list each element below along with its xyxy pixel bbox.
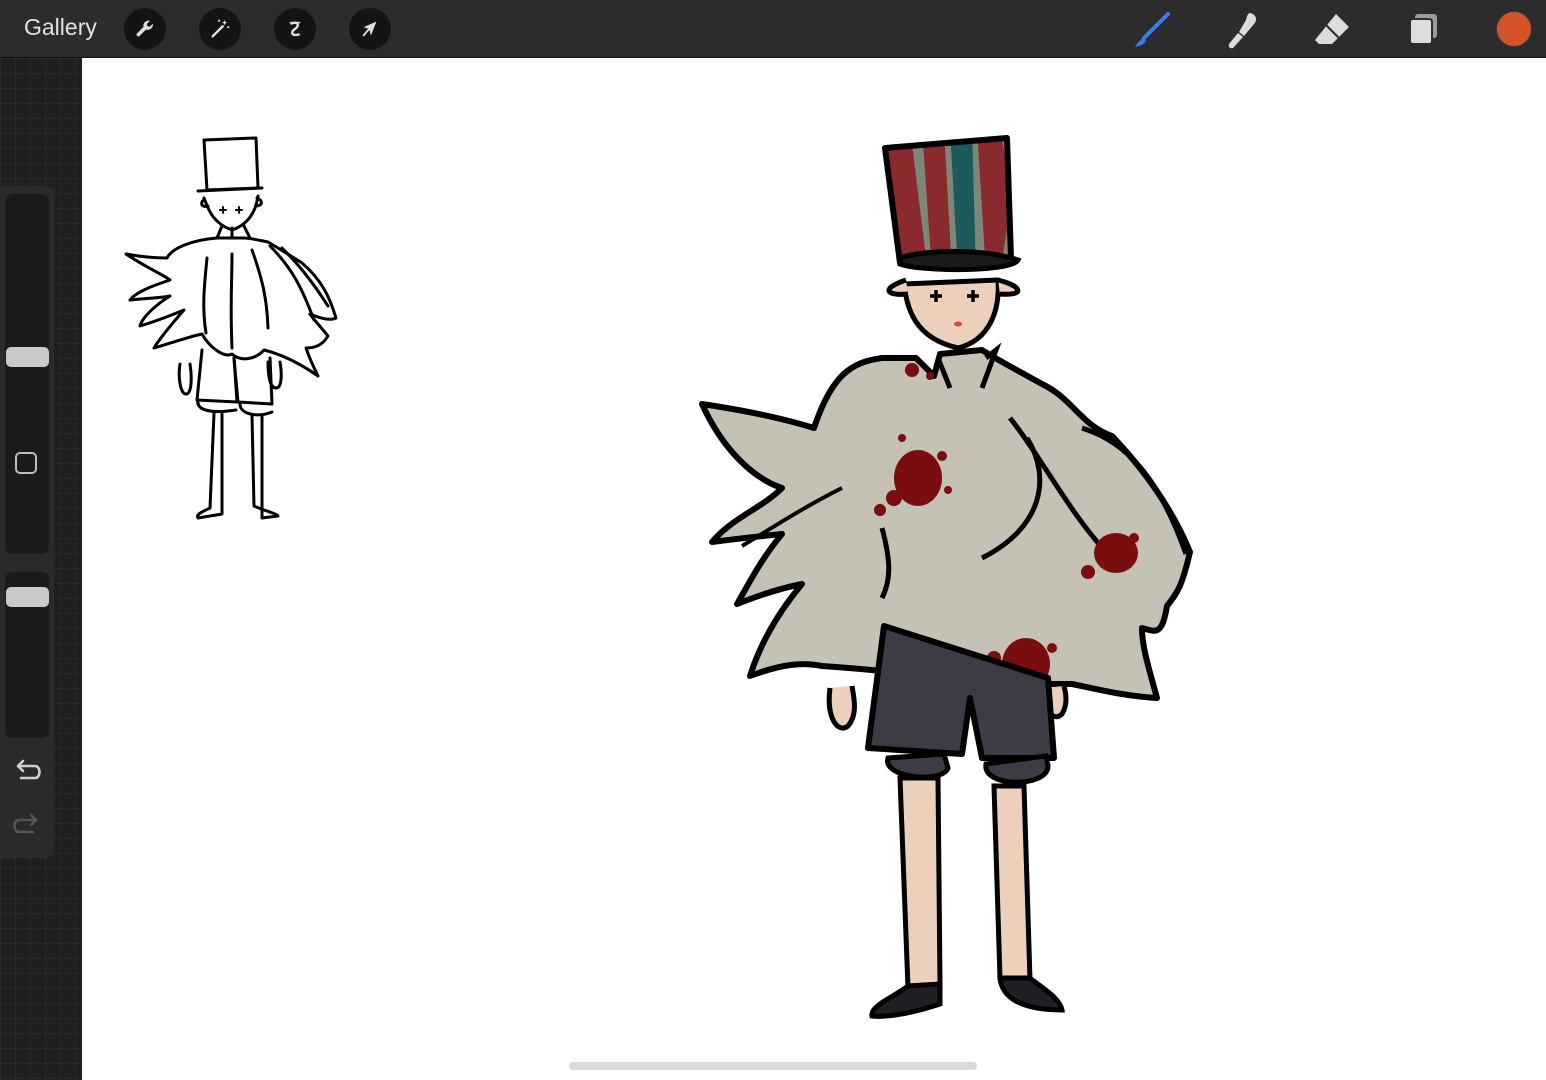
adjustments-button[interactable] (199, 8, 241, 50)
magic-wand-icon (211, 19, 230, 38)
smudge-icon (1228, 13, 1257, 49)
home-indicator[interactable] (569, 1062, 977, 1070)
eraser-tool[interactable] (1310, 8, 1354, 52)
brush-icon (1135, 12, 1170, 47)
undo-icon[interactable] (13, 758, 41, 782)
layers-tool[interactable] (1402, 8, 1446, 52)
head (886, 277, 1021, 351)
drawing-canvas[interactable] (82, 58, 1546, 1080)
wrench-icon (136, 20, 153, 37)
selection-s-icon (289, 21, 301, 37)
layers-icon (1409, 14, 1437, 45)
brush-tool[interactable] (1130, 8, 1174, 52)
character-colored (699, 135, 1193, 1019)
brush-opacity-knob[interactable] (6, 586, 49, 607)
color-picker-button[interactable] (1496, 11, 1532, 47)
redo-icon[interactable] (13, 812, 41, 836)
brush-size-knob[interactable] (6, 347, 49, 367)
transform-arrow-icon (362, 21, 377, 37)
smudge-tool[interactable] (1220, 8, 1264, 52)
striped-top-hat (882, 135, 1022, 273)
left-sidebar (0, 186, 54, 858)
eraser-icon (1315, 14, 1349, 44)
modify-square-icon[interactable] (15, 452, 37, 474)
gallery-button[interactable]: Gallery (24, 14, 97, 41)
actions-button[interactable] (124, 8, 166, 50)
selection-button[interactable] (274, 8, 316, 50)
brush-size-slider[interactable] (5, 194, 49, 554)
top-toolbar: Gallery (0, 0, 1546, 58)
transform-button[interactable] (349, 8, 391, 50)
